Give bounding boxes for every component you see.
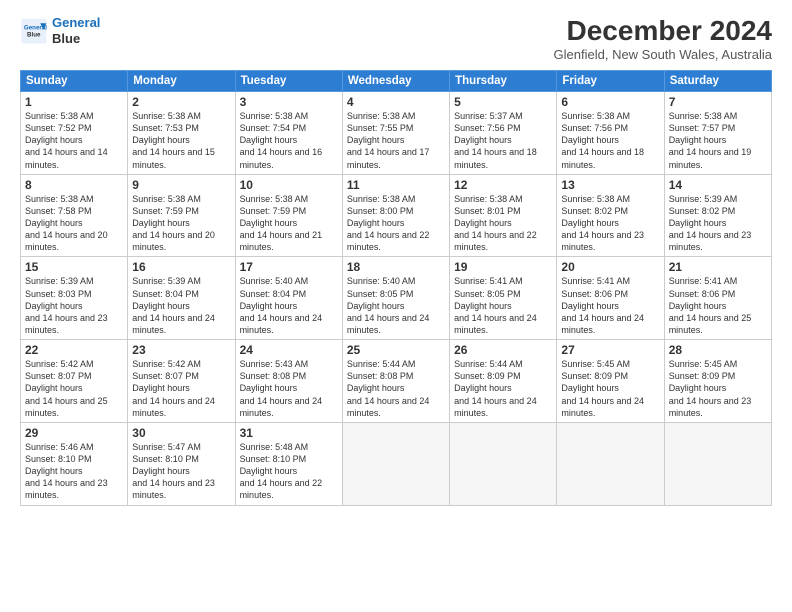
calendar-day-21: 21Sunrise: 5:41 AMSunset: 8:06 PMDayligh… (664, 257, 771, 340)
week-row-1: 1Sunrise: 5:38 AMSunset: 7:52 PMDaylight… (21, 92, 772, 175)
week-row-4: 22Sunrise: 5:42 AMSunset: 8:07 PMDayligh… (21, 340, 772, 423)
calendar-day-9: 9Sunrise: 5:38 AMSunset: 7:59 PMDaylight… (128, 174, 235, 257)
calendar-day-3: 3Sunrise: 5:38 AMSunset: 7:54 PMDaylight… (235, 92, 342, 175)
col-header-friday: Friday (557, 71, 664, 92)
calendar-day-1: 1Sunrise: 5:38 AMSunset: 7:52 PMDaylight… (21, 92, 128, 175)
calendar-day-28: 28Sunrise: 5:45 AMSunset: 8:09 PMDayligh… (664, 340, 771, 423)
calendar-day-10: 10Sunrise: 5:38 AMSunset: 7:59 PMDayligh… (235, 174, 342, 257)
calendar-day-29: 29Sunrise: 5:46 AMSunset: 8:10 PMDayligh… (21, 422, 128, 505)
logo-text: General Blue (52, 15, 100, 46)
col-header-thursday: Thursday (450, 71, 557, 92)
calendar-day-14: 14Sunrise: 5:39 AMSunset: 8:02 PMDayligh… (664, 174, 771, 257)
logo-line2: Blue (52, 31, 100, 47)
calendar-day-27: 27Sunrise: 5:45 AMSunset: 8:09 PMDayligh… (557, 340, 664, 423)
calendar-day-5: 5Sunrise: 5:37 AMSunset: 7:56 PMDaylight… (450, 92, 557, 175)
calendar-day-31: 31Sunrise: 5:48 AMSunset: 8:10 PMDayligh… (235, 422, 342, 505)
month-title: December 2024 (554, 15, 772, 47)
calendar-day-8: 8Sunrise: 5:38 AMSunset: 7:58 PMDaylight… (21, 174, 128, 257)
calendar-day-11: 11Sunrise: 5:38 AMSunset: 8:00 PMDayligh… (342, 174, 449, 257)
logo-icon: General Blue (20, 17, 48, 45)
col-header-wednesday: Wednesday (342, 71, 449, 92)
calendar-empty (342, 422, 449, 505)
location: Glenfield, New South Wales, Australia (554, 47, 772, 62)
calendar-day-6: 6Sunrise: 5:38 AMSunset: 7:56 PMDaylight… (557, 92, 664, 175)
svg-text:Blue: Blue (27, 31, 41, 38)
calendar-day-4: 4Sunrise: 5:38 AMSunset: 7:55 PMDaylight… (342, 92, 449, 175)
week-row-3: 15Sunrise: 5:39 AMSunset: 8:03 PMDayligh… (21, 257, 772, 340)
header: General Blue General Blue December 2024 … (20, 15, 772, 62)
calendar-day-17: 17Sunrise: 5:40 AMSunset: 8:04 PMDayligh… (235, 257, 342, 340)
logo-line1: General (52, 15, 100, 30)
calendar-empty (450, 422, 557, 505)
calendar-day-16: 16Sunrise: 5:39 AMSunset: 8:04 PMDayligh… (128, 257, 235, 340)
col-header-saturday: Saturday (664, 71, 771, 92)
col-header-sunday: Sunday (21, 71, 128, 92)
week-row-2: 8Sunrise: 5:38 AMSunset: 7:58 PMDaylight… (21, 174, 772, 257)
calendar-day-26: 26Sunrise: 5:44 AMSunset: 8:09 PMDayligh… (450, 340, 557, 423)
title-block: December 2024 Glenfield, New South Wales… (554, 15, 772, 62)
calendar-day-19: 19Sunrise: 5:41 AMSunset: 8:05 PMDayligh… (450, 257, 557, 340)
calendar-day-7: 7Sunrise: 5:38 AMSunset: 7:57 PMDaylight… (664, 92, 771, 175)
calendar-day-25: 25Sunrise: 5:44 AMSunset: 8:08 PMDayligh… (342, 340, 449, 423)
calendar-day-2: 2Sunrise: 5:38 AMSunset: 7:53 PMDaylight… (128, 92, 235, 175)
week-row-5: 29Sunrise: 5:46 AMSunset: 8:10 PMDayligh… (21, 422, 772, 505)
col-header-tuesday: Tuesday (235, 71, 342, 92)
calendar-day-23: 23Sunrise: 5:42 AMSunset: 8:07 PMDayligh… (128, 340, 235, 423)
calendar-day-30: 30Sunrise: 5:47 AMSunset: 8:10 PMDayligh… (128, 422, 235, 505)
calendar-day-15: 15Sunrise: 5:39 AMSunset: 8:03 PMDayligh… (21, 257, 128, 340)
calendar-day-20: 20Sunrise: 5:41 AMSunset: 8:06 PMDayligh… (557, 257, 664, 340)
calendar-day-13: 13Sunrise: 5:38 AMSunset: 8:02 PMDayligh… (557, 174, 664, 257)
calendar-day-22: 22Sunrise: 5:42 AMSunset: 8:07 PMDayligh… (21, 340, 128, 423)
calendar-empty (664, 422, 771, 505)
calendar-table: SundayMondayTuesdayWednesdayThursdayFrid… (20, 70, 772, 506)
page: General Blue General Blue December 2024 … (0, 0, 792, 612)
calendar-day-12: 12Sunrise: 5:38 AMSunset: 8:01 PMDayligh… (450, 174, 557, 257)
logo: General Blue General Blue (20, 15, 100, 46)
calendar-empty (557, 422, 664, 505)
col-header-monday: Monday (128, 71, 235, 92)
calendar-day-24: 24Sunrise: 5:43 AMSunset: 8:08 PMDayligh… (235, 340, 342, 423)
calendar-day-18: 18Sunrise: 5:40 AMSunset: 8:05 PMDayligh… (342, 257, 449, 340)
calendar-header-row: SundayMondayTuesdayWednesdayThursdayFrid… (21, 71, 772, 92)
